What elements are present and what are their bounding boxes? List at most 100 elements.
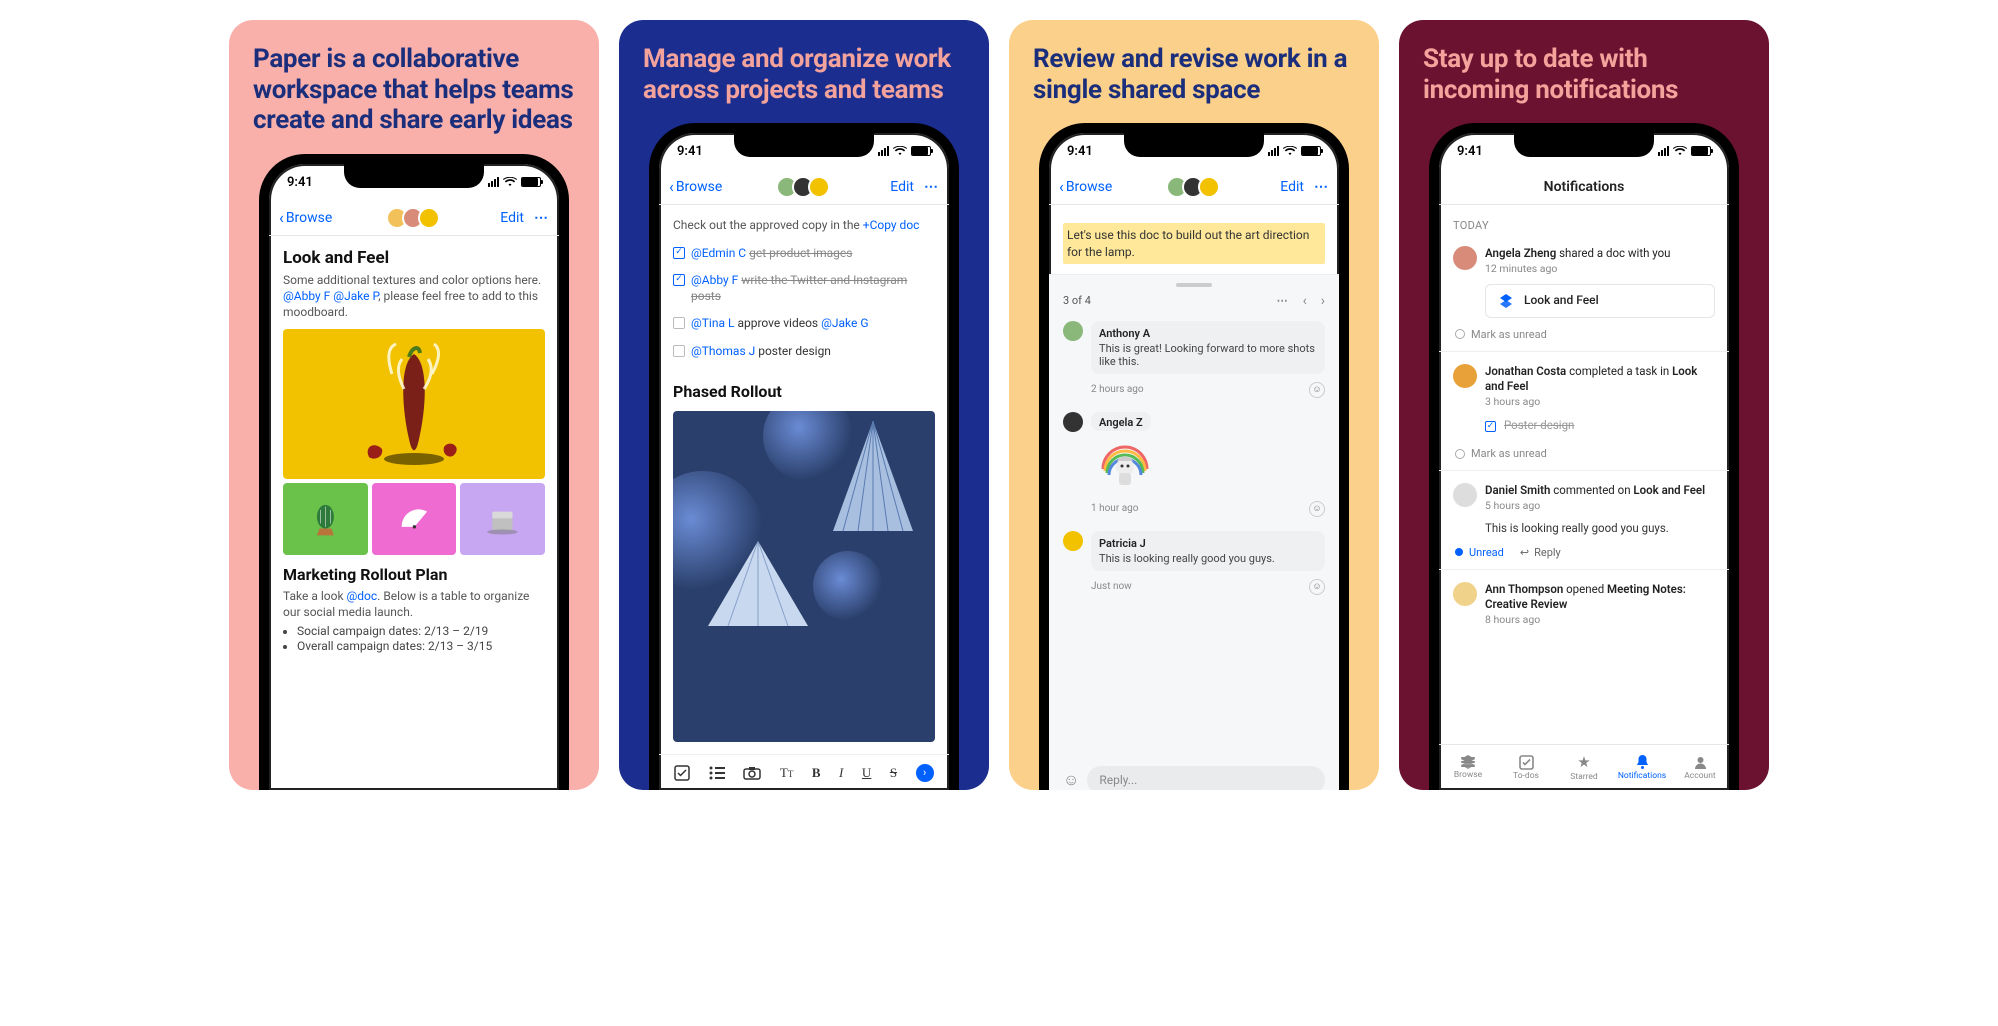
back-button[interactable]: ‹ Browse [1059,177,1112,196]
battery-icon [911,146,931,156]
avatar [1063,321,1083,341]
phone-frame: 9:41 ‹ Browse Edit ⋯ [259,154,569,790]
edit-button[interactable]: Edit [500,210,524,226]
hero-image[interactable] [673,411,935,743]
edit-button[interactable]: Edit [890,179,914,195]
emoji-picker-icon[interactable]: ☺ [1063,770,1079,790]
highlighted-text[interactable]: Let's use this doc to build out the art … [1063,223,1325,263]
more-icon[interactable]: ⋯ [924,179,939,195]
comment: Anthony A This is great! Looking forward… [1063,321,1325,374]
thumbnail-image[interactable] [283,483,368,555]
back-button[interactable]: ‹ Browse [669,177,722,196]
checkbox-checked-icon[interactable]: ✓ [673,274,685,286]
phone-frame: 9:41 Notifications TODAY Angela Zheng sh… [1429,123,1739,790]
strikethrough-icon[interactable]: S [890,765,897,781]
avatar [1453,246,1477,270]
comment-more-icon[interactable]: ⋯ [1277,294,1289,307]
back-button[interactable]: ‹ Browse [279,208,332,227]
prev-comment-icon[interactable]: ‹ [1303,293,1307,309]
document-body[interactable]: Let's use this doc to build out the art … [1049,205,1339,790]
comment-text: This is great! Looking forward to more s… [1099,342,1317,368]
mention[interactable]: @Jake G [821,316,868,330]
notifications-list[interactable]: TODAY Angela Zheng shared a doc with you… [1439,205,1729,744]
comment-text: This is looking really good you guys. [1099,552,1317,565]
next-comment-icon[interactable]: › [1321,293,1325,309]
more-icon[interactable]: ⋯ [1314,179,1329,195]
mention[interactable]: @Abby F [283,289,330,303]
promo-card-4: Stay up to date with incoming notificati… [1399,20,1769,790]
paper-doc-icon [1498,293,1514,309]
notification-item[interactable]: Ann Thompson opened Meeting Notes: Creat… [1453,574,1715,635]
checkbox-checked-icon[interactable]: ✓ [673,247,685,259]
chevron-left-icon: ‹ [1059,177,1064,196]
add-reaction-icon[interactable]: ☺ [1309,501,1325,517]
wifi-icon [893,146,907,156]
mention[interactable]: @Abby F [691,273,738,287]
bold-icon[interactable]: B [812,765,821,781]
notification-item[interactable]: Jonathan Costa completed a task in Look … [1453,356,1715,445]
checkbox-empty-icon[interactable] [673,317,685,329]
document-body[interactable]: Look and Feel Some additional textures a… [269,236,559,790]
drag-handle-icon[interactable] [1176,283,1212,287]
mention[interactable]: @Jake P [333,289,378,303]
collaborator-avatars[interactable] [1112,176,1280,198]
wifi-icon [1673,146,1687,156]
tab-todos[interactable]: To-dos [1497,745,1555,790]
timestamp: 12 minutes ago [1485,262,1715,276]
tab-notifications[interactable]: Notifications [1613,745,1671,790]
moodboard-hero-image[interactable] [283,329,545,479]
doc-title: Look and Feel [283,248,545,268]
sticker-image [1095,435,1155,489]
mark-unread-button[interactable]: Mark as unread [1455,328,1715,341]
doc-link[interactable]: +Copy doc [863,218,920,232]
underline-icon[interactable]: U [862,765,871,781]
add-reaction-icon[interactable]: ☺ [1309,579,1325,595]
document-body[interactable]: Check out the approved copy in the +Copy… [659,205,949,754]
bullet-list-icon[interactable] [709,766,725,780]
unread-button[interactable]: Unread [1455,546,1504,559]
thumbnail-image[interactable] [372,483,457,555]
task-item[interactable]: @Tina L approve videos @Jake G [673,316,935,332]
doc-link[interactable]: @doc [347,589,378,603]
collaborator-avatars[interactable] [332,207,500,229]
add-reaction-icon[interactable]: ☺ [1309,382,1325,398]
notification-item[interactable]: Daniel Smith commented on Look and Feel … [1453,475,1715,544]
checkbox-empty-icon[interactable] [673,345,685,357]
cellular-icon [1268,146,1279,156]
reply-input[interactable]: Reply... [1087,766,1325,790]
reply-arrow-icon: ↩ [1520,546,1529,559]
task-item[interactable]: ✓ @Abby F write the Twitter and Instagra… [673,273,935,304]
task-text: get product images [749,246,852,260]
doc-chip[interactable]: Look and Feel [1485,284,1715,318]
camera-icon[interactable] [743,766,761,780]
tab-starred[interactable]: ★ Starred [1555,745,1613,790]
tab-browse[interactable]: Browse [1439,745,1497,790]
task-item[interactable]: ✓ @Edmin C get product images [673,246,935,262]
reply-button[interactable]: ↩ Reply [1520,546,1561,559]
promo-headline: Paper is a collaborative workspace that … [253,44,575,136]
navbar: ‹ Browse Edit ⋯ [269,200,559,236]
checklist-icon[interactable] [674,765,690,781]
edit-button[interactable]: Edit [1280,179,1304,195]
section-heading: Phased Rollout [673,382,935,401]
battery-icon [1691,146,1711,156]
status-time: 9:41 [287,175,313,190]
unread-dot-icon [1455,548,1463,556]
tab-account[interactable]: Account [1671,745,1729,790]
phone-notch [1124,133,1264,157]
toolbar-more-icon[interactable]: › [916,764,934,782]
more-icon[interactable]: ⋯ [534,210,549,226]
thumbnail-image[interactable] [460,483,545,555]
mention[interactable]: @Thomas J [691,344,755,358]
timestamp: 8 hours ago [1485,613,1715,627]
mention[interactable]: @Edmin C [691,246,746,260]
notification-item[interactable]: Angela Zheng shared a doc with you 12 mi… [1453,238,1715,326]
mention[interactable]: @Tina L [691,316,734,330]
text-size-icon[interactable]: TT [780,765,793,781]
collaborator-avatars[interactable] [722,176,890,198]
task-item[interactable]: @Thomas J poster design [673,344,935,360]
phone-frame: 9:41 ‹ Browse Edit ⋯ Ch [649,123,959,790]
italic-icon[interactable]: I [839,765,843,781]
mark-unread-button[interactable]: Mark as unread [1455,447,1715,460]
battery-icon [521,177,541,187]
